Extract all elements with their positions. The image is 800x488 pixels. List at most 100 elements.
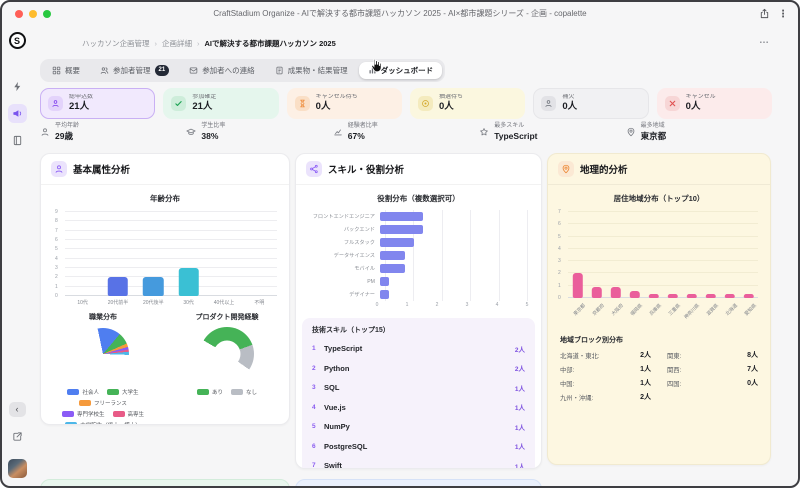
skill-rank: 7 [312, 462, 324, 469]
breadcrumb-item[interactable]: 企画詳細 [162, 38, 192, 49]
y-tick-label: 0 [558, 295, 561, 301]
check-icon [171, 96, 186, 111]
more-options-button[interactable]: … [759, 35, 770, 46]
zoom-window-button[interactable] [43, 10, 51, 18]
legend-item: 社会人 [67, 388, 99, 396]
panel-title: スキル・役割分析 [328, 162, 404, 176]
x-tick-label: 大阪府 [609, 302, 624, 317]
bar [380, 251, 405, 260]
skill-list-item: 6PostgreSQL1人 [312, 437, 525, 457]
region-block-value: 1人 [640, 364, 651, 374]
role-label: デザイナー [304, 291, 380, 298]
breadcrumb-item[interactable]: ハッカソン企画管理 [82, 38, 150, 49]
y-tick-label: 4 [55, 256, 58, 262]
region-blocks-title: 地域ブロック別分布 [560, 335, 758, 345]
legend-swatch [197, 389, 209, 395]
star-icon [479, 127, 489, 137]
minimize-window-button[interactable] [29, 10, 37, 18]
y-tick-label: 5 [55, 246, 58, 252]
legend-item: なし [231, 388, 257, 396]
megaphone-icon[interactable] [8, 104, 27, 123]
x-tick-label: 40代以上 [206, 299, 241, 306]
x-tick-label: 30代 [171, 299, 206, 306]
summary-card-cancelled: キャンセル0人 [657, 88, 772, 119]
tab-dashboard[interactable]: ダッシュボード [359, 62, 443, 79]
roles-bar-row: データサイエンス [304, 249, 527, 262]
stat-label: 最多地域 [641, 123, 667, 131]
tab-deliverables[interactable]: 成果物・結果管理 [266, 62, 357, 79]
panel-geographic: 地理的分析 居住地域分布（トップ10） 01234567東京都京都府大阪府福岡県… [547, 153, 771, 465]
panel-skills-roles: スキル・役割分析 役割分布（複数選択可） フロントエンドエンジニアバックエンドフ… [295, 153, 542, 469]
role-label: フルスタック [304, 239, 380, 246]
card-value: 0人 [686, 101, 716, 113]
roles-x-labels: 012345 [377, 301, 527, 310]
card-value: 21人 [69, 101, 93, 113]
legend-item: 高専生 [113, 410, 145, 418]
tab-label: 参加者への連絡 [202, 65, 255, 76]
tab-bar: 概要参加者管理21 参加者への連絡 成果物・結果管理ダッシュボード [40, 59, 445, 82]
roles-chart-title: 役割分布（複数選択可） [296, 193, 541, 204]
user-icon [40, 127, 50, 137]
gridline [65, 286, 277, 287]
legend-item: 大学院生（修士・博士） [65, 421, 141, 425]
role-label: PM [304, 279, 380, 285]
notebook-icon[interactable] [8, 131, 27, 150]
skill-rank: 5 [312, 423, 324, 430]
user-avatar[interactable] [8, 459, 27, 478]
network-nodes-icon [306, 161, 322, 177]
skill-count: 1人 [515, 461, 525, 469]
gridline [568, 285, 758, 286]
region-block-item: 九州・沖縄:2人 [560, 392, 651, 402]
y-tick-label: 8 [55, 218, 58, 224]
skill-count: 1人 [515, 441, 525, 451]
tab-contact[interactable]: 参加者への連絡 [180, 62, 264, 79]
sidebar-collapse-button[interactable]: ‹ [9, 402, 26, 417]
bar [380, 264, 405, 273]
chart-line-icon [333, 127, 343, 137]
bar [591, 287, 601, 298]
y-tick-label: 6 [55, 237, 58, 243]
legend-item: あり [197, 388, 223, 396]
x-tick-label: 福岡県 [628, 302, 643, 317]
window-menu-icon[interactable]: ⋮ [778, 8, 788, 22]
y-tick-label: 5 [558, 234, 561, 240]
tab-label: 概要 [65, 65, 80, 76]
skill-list-item: 3SQL1人 [312, 378, 525, 398]
external-link-icon[interactable] [12, 429, 23, 447]
skill-list-item: 4Vue.js1人 [312, 398, 525, 418]
region-block-label: 九州・沖縄: [560, 393, 593, 402]
y-tick-label: 7 [558, 209, 561, 215]
region-block-item: 北海道・東北:2人 [560, 350, 651, 360]
experience-chart: プロダクト開発経験 ありなし [165, 312, 289, 425]
bar [610, 287, 620, 298]
tab-label: 成果物・結果管理 [288, 65, 348, 76]
occupation-pie [77, 328, 129, 380]
x-icon [665, 96, 680, 111]
bar [743, 294, 753, 298]
legend-swatch [65, 422, 77, 425]
bolt-icon[interactable] [8, 77, 27, 96]
bar [380, 238, 414, 247]
stat-value: 29歳 [55, 131, 79, 142]
region-block-value: 1人 [640, 378, 651, 388]
region-block-item: 関西:7人 [667, 364, 758, 374]
breadcrumb-item[interactable]: AIで解決する都市課題ハッカソン 2025 [205, 38, 336, 49]
user-icon [48, 96, 63, 111]
tab-overview[interactable]: 概要 [43, 62, 89, 79]
y-tick-label: 2 [55, 274, 58, 280]
y-tick-label: 3 [55, 265, 58, 271]
skill-name: PostgreSQL [324, 442, 367, 451]
age-plot: 0123456789 [65, 212, 277, 296]
skill-count: 1人 [515, 422, 525, 432]
share-icon[interactable] [759, 6, 770, 24]
stat-value: TypeScript [494, 131, 537, 142]
close-window-button[interactable] [15, 10, 23, 18]
gridline [568, 236, 758, 237]
bar [629, 291, 639, 298]
tab-participants[interactable]: 参加者管理21 [91, 62, 178, 79]
roles-bar-row: フロントエンドエンジニア [304, 210, 527, 223]
panel-basic-attributes: 基本属性分析 年齢分布 012345678910代20代前半20代後半30代40… [40, 153, 290, 425]
tech-skills-title: 技術スキル（トップ15） [312, 325, 525, 335]
bar [667, 294, 677, 298]
stat-value: 東京都 [641, 131, 667, 142]
